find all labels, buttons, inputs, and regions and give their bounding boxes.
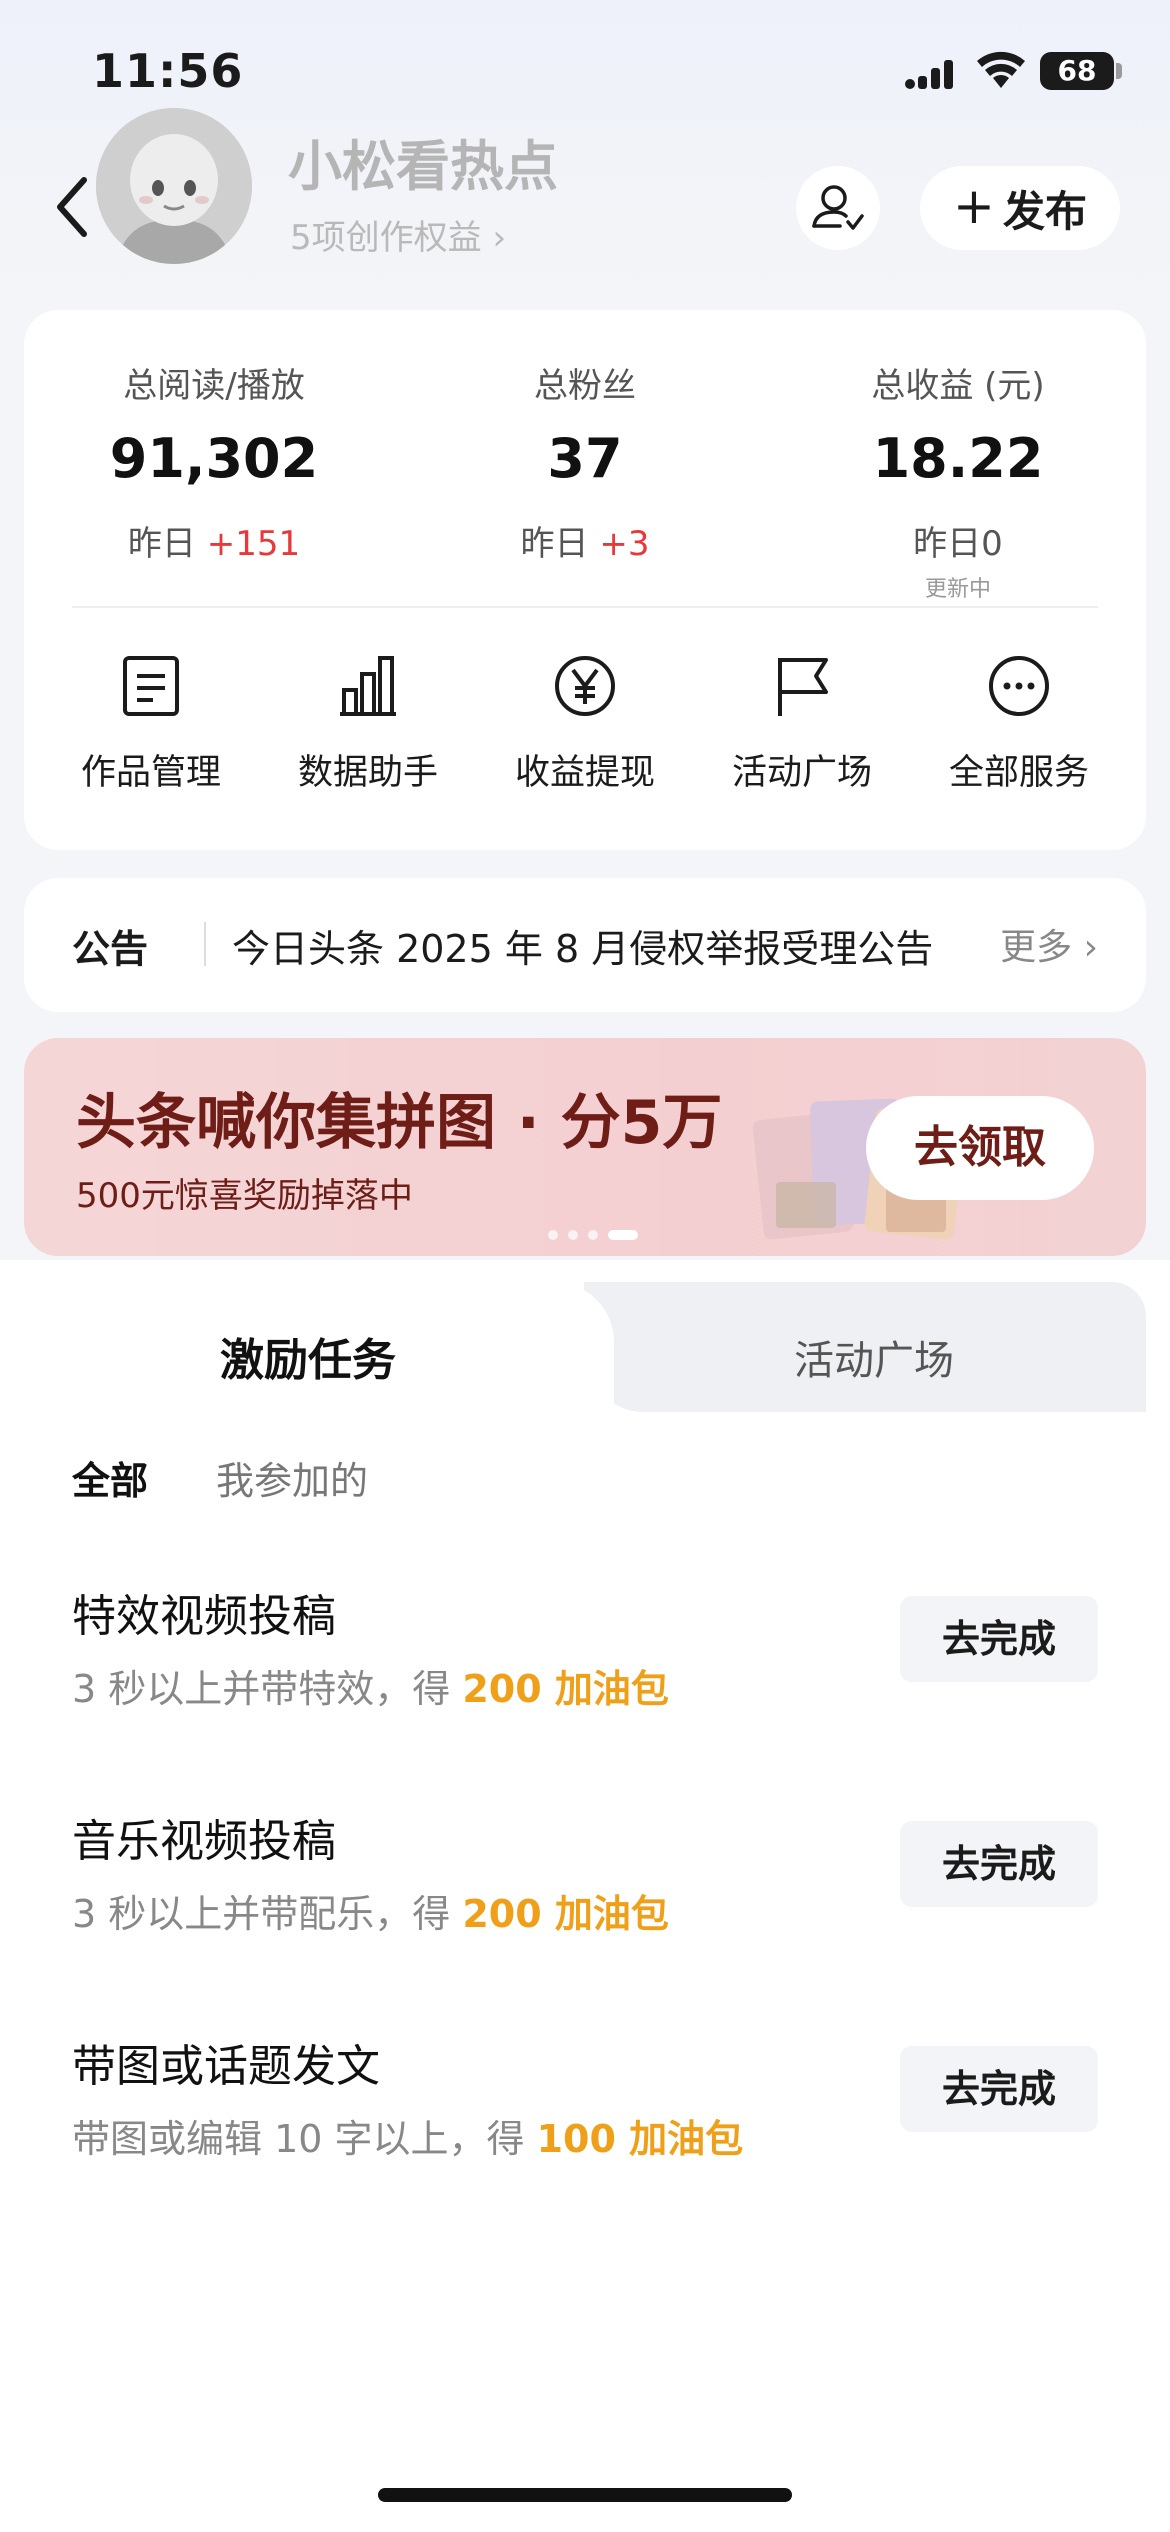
promo-banner[interactable]: 头条喊你集拼图 · 分5万 500元惊喜奖励掉落中 去领取 (24, 1038, 1146, 1256)
stat-yesterday: 昨日0 (913, 524, 1003, 564)
stat-value: 37 (547, 427, 623, 490)
stat-yesterday: 昨日 +3 (520, 524, 650, 564)
tool-earnings-withdraw[interactable]: 收益提现 (485, 654, 685, 795)
nickname: 小松看热点 (288, 135, 558, 198)
publish-button[interactable]: + 发布 (920, 166, 1120, 250)
notice-text[interactable]: 今日头条 2025 年 8 月侵权举报受理公告 (232, 918, 933, 973)
user-follow-button[interactable] (796, 166, 880, 250)
carousel-dot[interactable] (588, 1230, 598, 1240)
task-desc: 3 秒以上并带配乐，得 200 加油包 (72, 1892, 669, 1936)
document-icon (123, 656, 179, 716)
creator-center-page: 11:56 68 小松看热点 5项创作权益 › + 发布 总阅读/播放 91,3… (0, 0, 1170, 2532)
filter-all[interactable]: 全部 (72, 1450, 148, 1505)
battery-tip (1116, 63, 1122, 79)
tab-activity-square[interactable]: 活动广场 (794, 1328, 954, 1386)
tool-all-services[interactable]: 全部服务 (919, 654, 1119, 795)
flag-icon (778, 658, 828, 716)
task-reward: 200 加油包 (462, 1892, 669, 1936)
back-arrow-icon[interactable] (48, 172, 98, 242)
home-indicator[interactable] (378, 2488, 792, 2502)
stat-value: 91,302 (109, 427, 319, 490)
bar-chart-icon (340, 656, 396, 716)
status-time: 11:56 (92, 44, 244, 98)
task-complete-button[interactable]: 去完成 (900, 2046, 1098, 2132)
stat-delta: +151 (206, 524, 301, 564)
tool-label: 全部服务 (948, 753, 1089, 793)
task-item: 带图或话题发文 带图或编辑 10 字以上，得 100 加油包 去完成 (24, 2030, 1146, 2210)
carousel-dots (548, 1230, 638, 1240)
stat-total-reads[interactable]: 总阅读/播放 91,302 昨日 +151 (54, 358, 374, 565)
stat-total-fans[interactable]: 总粉丝 37 昨日 +3 (425, 358, 745, 565)
avatar[interactable] (96, 108, 252, 264)
task-title: 带图或话题发文 (72, 2041, 380, 2092)
battery-indicator: 68 (1040, 52, 1114, 90)
tab-incentive-tasks[interactable]: 激励任务 (220, 1324, 396, 1388)
tool-label: 活动广场 (731, 753, 872, 793)
task-complete-button[interactable]: 去完成 (900, 1596, 1098, 1682)
filter-joined[interactable]: 我参加的 (216, 1450, 368, 1505)
creator-rights-link[interactable]: 5项创作权益 › (290, 210, 506, 259)
more-icon (989, 656, 1049, 716)
task-item: 音乐视频投稿 3 秒以上并带配乐，得 200 加油包 去完成 (24, 1805, 1146, 1985)
wifi-icon (977, 51, 1025, 88)
plus-icon: + (953, 177, 995, 235)
tool-label: 作品管理 (80, 753, 221, 793)
yuan-icon (555, 656, 615, 716)
notice-tag: 公告 (72, 927, 149, 971)
tools-row: 作品管理 数据助手 收益提现 活动广场 全部服务 (24, 654, 1146, 814)
stat-updating-note: 更新中 (924, 577, 991, 602)
task-desc: 3 秒以上并带特效，得 200 加油包 (72, 1667, 669, 1711)
task-complete-button[interactable]: 去完成 (900, 1821, 1098, 1907)
tool-label: 数据助手 (297, 753, 438, 793)
banner-title: 头条喊你集拼图 · 分5万 (76, 1088, 723, 1158)
carousel-dot[interactable] (568, 1230, 578, 1240)
cellular-signal-icon (905, 60, 953, 89)
banner-subtitle: 500元惊喜奖励掉落中 (76, 1176, 413, 1216)
avatar-monk-icon (96, 108, 252, 264)
stat-delta: +3 (599, 524, 650, 564)
stat-total-earnings[interactable]: 总收益 (元) 18.22 昨日0 更新中 (798, 358, 1118, 603)
publish-label: 发布 (1002, 186, 1087, 236)
status-bar: 11:56 68 (0, 0, 1170, 110)
task-title: 音乐视频投稿 (72, 1816, 336, 1867)
user-check-icon (812, 185, 864, 230)
notice-bar[interactable]: 公告 今日头条 2025 年 8 月侵权举报受理公告 更多 › (24, 878, 1146, 1012)
divider (72, 606, 1098, 608)
task-desc: 带图或编辑 10 字以上，得 100 加油包 (72, 2117, 744, 2161)
carousel-dot[interactable] (548, 1230, 558, 1240)
stat-label: 总收益 (元) (871, 366, 1045, 406)
carousel-dot-active[interactable] (608, 1230, 638, 1240)
banner-claim-button[interactable]: 去领取 (866, 1096, 1094, 1200)
stat-label: 总粉丝 (534, 366, 636, 406)
stat-label: 总阅读/播放 (123, 366, 305, 406)
tool-works-management[interactable]: 作品管理 (51, 654, 251, 795)
tool-data-assistant[interactable]: 数据助手 (268, 654, 468, 795)
stats-card: 总阅读/播放 91,302 昨日 +151 总粉丝 37 昨日 +3 总收益 (… (24, 310, 1146, 850)
task-reward: 200 加油包 (462, 1667, 669, 1711)
notice-separator (204, 922, 206, 966)
tasks-tab-bar: 激励任务 活动广场 (24, 1282, 1146, 1432)
stat-yesterday: 昨日 +151 (127, 524, 301, 564)
notice-more-link[interactable]: 更多 › (1000, 918, 1098, 970)
stat-value: 18.22 (872, 427, 1044, 490)
tool-activity-square[interactable]: 活动广场 (702, 654, 902, 795)
task-reward: 100 加油包 (536, 2117, 744, 2161)
task-title: 特效视频投稿 (72, 1591, 336, 1642)
tasks-section: 激励任务 活动广场 全部 我参加的 特效视频投稿 3 秒以上并带特效，得 200… (24, 1282, 1146, 2532)
tool-label: 收益提现 (514, 753, 655, 793)
task-item: 特效视频投稿 3 秒以上并带特效，得 200 加油包 去完成 (24, 1580, 1146, 1760)
